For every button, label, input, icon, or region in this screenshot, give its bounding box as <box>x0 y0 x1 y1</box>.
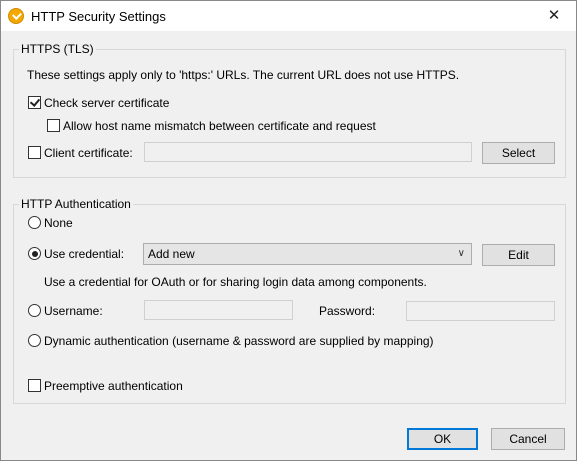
ok-button[interactable]: OK <box>407 428 478 450</box>
preemptive-authentication-label[interactable]: Preemptive authentication <box>44 379 183 393</box>
edit-credential-button[interactable]: Edit <box>482 244 555 266</box>
https-info-text: These settings apply only to 'https:' UR… <box>27 68 460 82</box>
allow-hostname-mismatch-checkbox[interactable] <box>47 119 60 132</box>
client-certificate-checkbox[interactable] <box>28 146 41 159</box>
password-label: Password: <box>319 304 376 318</box>
check-server-certificate-label[interactable]: Check server certificate <box>44 96 169 110</box>
username-radio[interactable] <box>28 304 41 317</box>
use-credential-label[interactable]: Use credential: <box>44 247 124 261</box>
credential-dropdown[interactable]: Add new ∨ <box>143 243 472 265</box>
none-radio[interactable] <box>28 216 41 229</box>
password-field[interactable] <box>406 301 555 321</box>
allow-hostname-mismatch-label[interactable]: Allow host name mismatch between certifi… <box>63 119 376 133</box>
https-group-title: HTTPS (TLS) <box>19 42 96 56</box>
dynamic-authentication-radio[interactable] <box>28 334 41 347</box>
dynamic-authentication-label[interactable]: Dynamic authentication (username & passw… <box>44 334 434 348</box>
check-server-certificate-checkbox[interactable] <box>28 96 41 109</box>
altova-icon <box>8 8 24 24</box>
select-certificate-button[interactable]: Select <box>482 142 555 164</box>
title-bar: HTTP Security Settings ✕ <box>1 1 576 31</box>
chevron-down-icon: ∨ <box>457 248 465 259</box>
credential-dropdown-value: Add new <box>148 247 195 261</box>
window-title: HTTP Security Settings <box>31 9 166 24</box>
credential-hint-text: Use a credential for OAuth or for sharin… <box>44 275 427 289</box>
none-label[interactable]: None <box>44 216 73 230</box>
client-certificate-label[interactable]: Client certificate: <box>44 146 133 160</box>
http-security-dialog: HTTP Security Settings ✕ HTTPS (TLS) The… <box>0 0 577 461</box>
username-label[interactable]: Username: <box>44 304 103 318</box>
close-button[interactable]: ✕ <box>532 1 576 31</box>
cancel-button[interactable]: Cancel <box>491 428 565 450</box>
username-field[interactable] <box>144 300 293 320</box>
client-certificate-field[interactable] <box>144 142 472 162</box>
use-credential-radio[interactable] <box>28 247 41 260</box>
preemptive-authentication-checkbox[interactable] <box>28 379 41 392</box>
http-auth-group-title: HTTP Authentication <box>19 197 133 211</box>
